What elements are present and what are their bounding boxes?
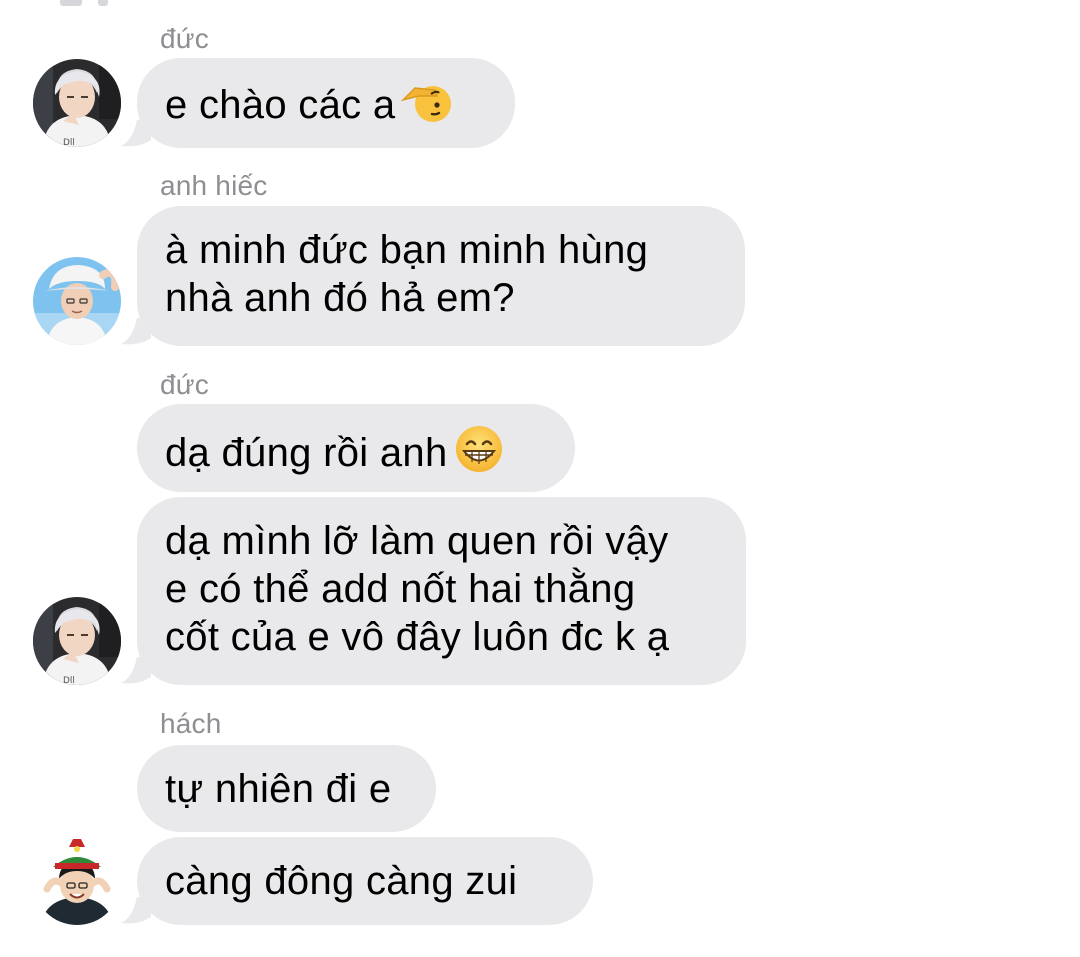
- svg-text:Dll: Dll: [63, 676, 75, 685]
- message-bubble[interactable]: càng đông càng zui: [137, 837, 593, 925]
- bubble-tail: [121, 120, 151, 147]
- bubble-tail: [121, 657, 151, 684]
- message-text-line: dạ mình lỡ làm quen rồi vậy: [165, 519, 669, 563]
- message-text-line: nhà anh đó hả em?: [165, 276, 515, 320]
- message-text: dạ đúng rồi anh: [165, 431, 448, 475]
- sender-name: đức: [160, 369, 209, 400]
- chat-thread: đức e chào các a Dll anh hiếc à minh đức…: [0, 0, 1080, 957]
- previous-message-fragment: [60, 0, 82, 6]
- avatar[interactable]: Dll: [33, 597, 121, 685]
- message-text-line: cốt của e vô đây luôn đc k ạ: [165, 615, 670, 659]
- saluting-face-icon: [401, 78, 455, 137]
- message-text: tự nhiên đi e: [165, 767, 392, 811]
- message-text-line: à minh đức bạn minh hùng: [165, 228, 649, 272]
- previous-message-fragment: [98, 0, 108, 6]
- avatar[interactable]: Dll: [33, 59, 121, 147]
- avatar[interactable]: [33, 837, 121, 925]
- message-text: càng đông càng zui: [165, 859, 518, 903]
- message-bubble[interactable]: e chào các a: [137, 58, 515, 148]
- message-text: e chào các a: [165, 83, 396, 127]
- message-bubble[interactable]: tự nhiên đi e: [137, 745, 436, 832]
- bubble-tail: [121, 897, 151, 924]
- bubble-tail: [121, 318, 151, 345]
- message-bubble[interactable]: dạ mình lỡ làm quen rồi vậy e có thể add…: [137, 497, 746, 685]
- message-bubble[interactable]: dạ đúng rồi anh: [137, 404, 575, 492]
- avatar[interactable]: [33, 257, 121, 345]
- sender-name: hách: [160, 708, 222, 739]
- message-text-line: e có thể add nốt hai thằng: [165, 567, 636, 611]
- message-bubble[interactable]: à minh đức bạn minh hùng nhà anh đó hả e…: [137, 206, 745, 346]
- sender-name: anh hiếc: [160, 170, 268, 201]
- grinning-face-icon: [454, 424, 504, 485]
- sender-name: đức: [160, 23, 209, 54]
- svg-text:Dll: Dll: [63, 138, 75, 147]
